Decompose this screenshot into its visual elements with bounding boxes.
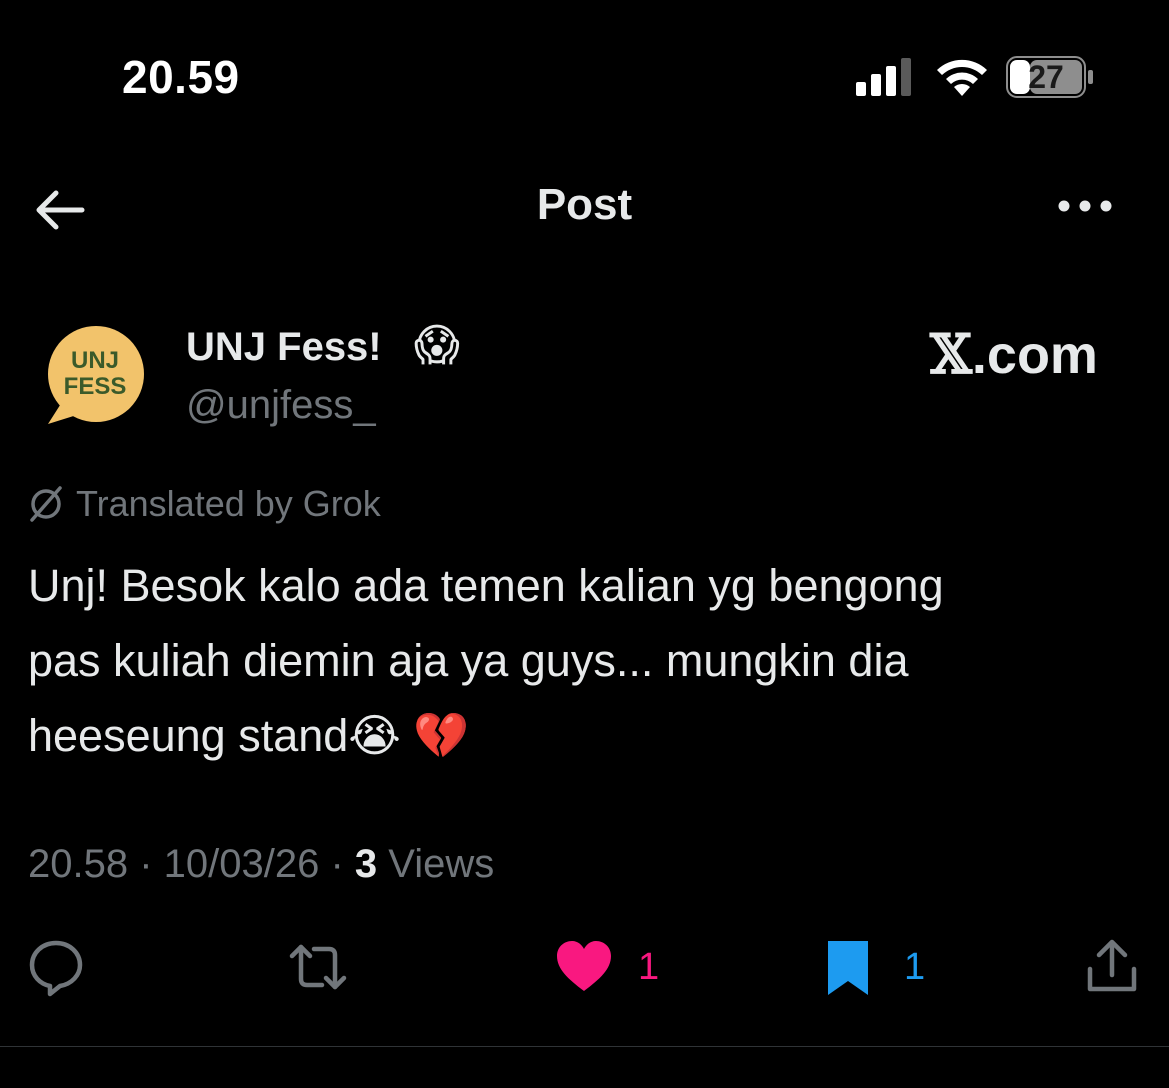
- more-horizontal-icon: [1058, 200, 1112, 212]
- x-com-watermark: 𝕏.com: [930, 322, 1098, 386]
- views-label: Views: [377, 842, 495, 886]
- repost-button[interactable]: [288, 935, 348, 999]
- face-screaming-emoji: 😱: [414, 321, 460, 370]
- heart-filled-icon: [557, 941, 611, 991]
- avatar-logo-text: UNJ FESS: [63, 347, 127, 400]
- page-title: Post: [536, 180, 633, 229]
- author-display-name[interactable]: UNJ Fess!: [186, 325, 382, 370]
- like-count: 1: [638, 945, 660, 988]
- post-body: Unj! Besok kalo ada temen kalian yg beng…: [28, 548, 1138, 773]
- like-button[interactable]: 1: [554, 935, 659, 999]
- battery-level: 27: [1028, 59, 1064, 95]
- translation-notice[interactable]: Translated by Grok: [26, 483, 381, 525]
- post-text-line: heeseung stand😭 💔: [28, 710, 470, 761]
- avatar[interactable]: UNJ FESS: [40, 322, 150, 432]
- cellular-signal-icon: [856, 58, 911, 96]
- reply-button[interactable]: [26, 935, 86, 999]
- post-date: 10/03/26: [163, 842, 320, 886]
- reply-icon: [29, 940, 83, 997]
- grok-icon: [30, 486, 62, 522]
- post-text-line: pas kuliah diemin aja ya guys... mungkin…: [28, 635, 909, 686]
- wifi-icon: [937, 59, 987, 96]
- bookmark-button[interactable]: 1: [820, 935, 925, 999]
- share-button[interactable]: [1082, 935, 1142, 999]
- views-count[interactable]: 3: [355, 842, 377, 886]
- post-text-line: Unj! Besok kalo ada temen kalian yg beng…: [28, 560, 944, 611]
- repost-icon: [289, 944, 347, 990]
- bookmark-count: 1: [904, 945, 926, 988]
- more-options-button[interactable]: [1054, 186, 1116, 226]
- author-handle[interactable]: @unjfess_: [186, 383, 376, 428]
- translation-label: Translated by Grok: [76, 483, 381, 524]
- bookmark-filled-icon: [828, 941, 868, 995]
- post-meta: 20.58 · 10/03/26 · 3 Views: [28, 842, 495, 886]
- share-icon: [1087, 939, 1137, 992]
- divider: [0, 1046, 1169, 1047]
- post-time: 20.58: [28, 842, 129, 886]
- battery-icon: 27: [1006, 56, 1094, 98]
- status-time: 20.59: [122, 51, 240, 103]
